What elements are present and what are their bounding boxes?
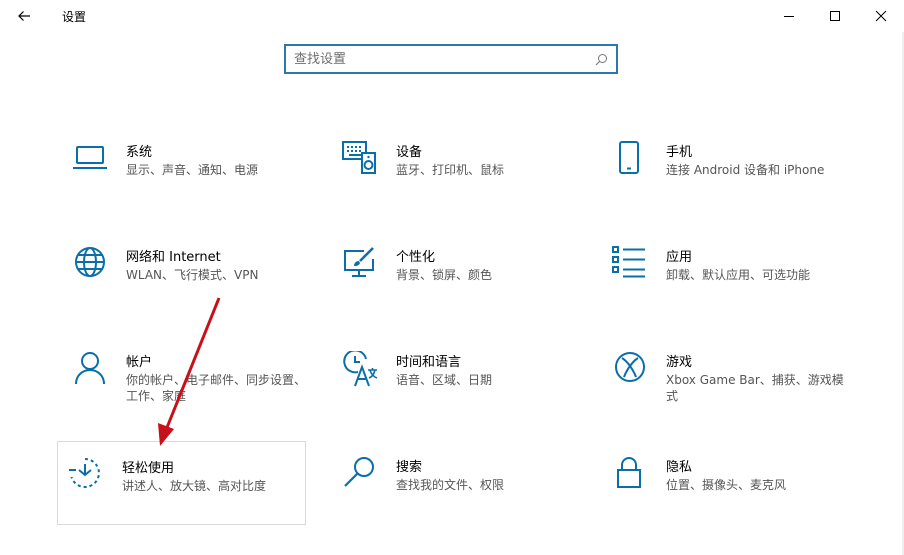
- tile-title: 手机: [666, 145, 693, 160]
- tile-privacy[interactable]: 隐私 位置、摄像头、麦克风: [602, 456, 850, 540]
- tile-time-language[interactable]: 时间和语言 语音、区域、日期: [332, 351, 580, 435]
- tile-description: WLAN、飞行模式、VPN: [126, 268, 259, 282]
- tile-title: 设备: [396, 145, 423, 160]
- tile-description: 查找我的文件、权限: [396, 478, 505, 492]
- tile-title: 搜索: [396, 460, 423, 475]
- tile-description: 显示、声音、通知、电源: [126, 163, 259, 177]
- tile-description: 连接 Android 设备和 iPhone: [666, 163, 825, 177]
- tile-title: 网络和 Internet: [126, 250, 221, 265]
- tile-title: 轻松使用: [122, 461, 175, 476]
- ease-of-access-icon: [69, 458, 100, 488]
- tile-title: 系统: [126, 145, 153, 160]
- paint-monitor-icon: [344, 247, 374, 277]
- close-icon: [875, 10, 887, 22]
- back-button[interactable]: [6, 0, 42, 32]
- search-magnifier-icon: [344, 457, 374, 487]
- tile-phone[interactable]: 手机 连接 Android 设备和 iPhone: [602, 141, 850, 225]
- laptop-icon: [73, 146, 107, 169]
- tile-accounts[interactable]: 帐户 你的帐户、电子邮件、同步设置、工作、家庭: [62, 351, 310, 435]
- tile-title: 帐户: [126, 355, 153, 370]
- globe-icon: [75, 247, 105, 277]
- tile-description: 语音、区域、日期: [396, 373, 493, 387]
- back-arrow-icon: [18, 11, 30, 21]
- tile-title: 隐私: [666, 460, 693, 475]
- tile-system[interactable]: 系统 显示、声音、通知、电源: [62, 141, 310, 225]
- search-input[interactable]: [294, 50, 584, 68]
- tile-description: 蓝牙、打印机、鼠标: [396, 163, 505, 177]
- phone-icon: [619, 141, 639, 174]
- xbox-icon: [615, 352, 645, 382]
- tile-gaming[interactable]: 游戏 Xbox Game Bar、捕获、游戏模式: [602, 351, 850, 435]
- title-bar: 设置: [0, 0, 904, 32]
- tile-search[interactable]: 搜索 查找我的文件、权限: [332, 456, 580, 540]
- search-icon: [595, 54, 607, 66]
- minimize-button[interactable]: [766, 0, 812, 32]
- tile-personalization[interactable]: 个性化 背景、锁屏、颜色: [332, 246, 580, 330]
- minimize-icon: [784, 16, 794, 17]
- tile-devices[interactable]: 设备 蓝牙、打印机、鼠标: [332, 141, 580, 225]
- tile-title: 应用: [666, 250, 693, 265]
- time-language-icon: [343, 351, 378, 387]
- keyboard-speaker-icon: [342, 141, 376, 174]
- window-title: 设置: [62, 10, 87, 24]
- tile-description: 位置、摄像头、麦克风: [666, 478, 787, 492]
- app-list-icon: [612, 246, 645, 278]
- maximize-button[interactable]: [812, 0, 858, 32]
- tile-ease-of-access[interactable]: 轻松使用 讲述人、放大镜、高对比度: [57, 441, 306, 525]
- tile-title: 时间和语言: [396, 355, 462, 370]
- tile-network[interactable]: 网络和 Internet WLAN、飞行模式、VPN: [62, 246, 310, 330]
- tile-description: 你的帐户、电子邮件、同步设置、工作、家庭: [126, 373, 307, 403]
- tile-description: 卸载、默认应用、可选功能: [666, 268, 811, 282]
- tile-description: 讲述人、放大镜、高对比度: [122, 479, 267, 493]
- lock-icon: [617, 457, 641, 488]
- tile-apps[interactable]: 应用 卸载、默认应用、可选功能: [602, 246, 850, 330]
- person-icon: [75, 352, 105, 385]
- close-button[interactable]: [858, 0, 904, 32]
- tile-title: 游戏: [666, 355, 693, 370]
- search-box[interactable]: [284, 44, 618, 74]
- tile-title: 个性化: [396, 250, 436, 265]
- maximize-icon: [830, 11, 840, 21]
- tile-description: Xbox Game Bar、捕获、游戏模式: [666, 373, 844, 403]
- tile-description: 背景、锁屏、颜色: [396, 268, 493, 282]
